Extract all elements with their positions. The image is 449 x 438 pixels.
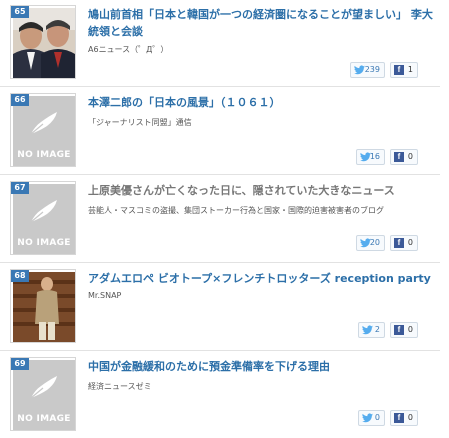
facebook-count: 0: [407, 325, 413, 334]
article-title[interactable]: 上原美優さんが亡くなった日に、隠されていた大きなニュース: [88, 182, 433, 199]
twitter-count-button[interactable]: 16: [356, 149, 385, 165]
article-title[interactable]: 中国が金融緩和のために預金準備率を下げる理由: [88, 358, 433, 375]
facebook-f-icon: f: [394, 65, 404, 75]
list-item: NO IMAGE 67 上原美優さんが亡くなった日に、隠されていた大きなニュース…: [0, 176, 440, 263]
twitter-count-button[interactable]: 239: [350, 62, 385, 78]
twitter-bird-icon: [354, 65, 365, 75]
facebook-count: 0: [407, 238, 413, 247]
no-image-placeholder: NO IMAGE: [13, 360, 75, 430]
twitter-count: 16: [369, 152, 380, 161]
source-name[interactable]: 芸能人・マスコミの盗撮、集団ストーカー行為と国家・国際的迫害被害者のブログ: [88, 205, 384, 216]
twitter-count: 20: [369, 238, 380, 247]
facebook-count: 0: [407, 152, 413, 161]
facebook-f-icon: f: [394, 325, 404, 335]
source-name[interactable]: A6ニュース（゜Д゜）: [88, 44, 168, 55]
article-title[interactable]: 鳩山前首相「日本と韓国が一つの経済圏になることが望ましい」 李大統領と会談: [88, 6, 433, 40]
twitter-count: 2: [374, 325, 380, 334]
twitter-count-button[interactable]: 2: [358, 322, 385, 338]
list-item: 68 アダムエロペ ビオトープ×フレンチトロッターズ reception par…: [0, 264, 440, 351]
no-image-label: NO IMAGE: [17, 238, 71, 248]
article-title[interactable]: アダムエロペ ビオトープ×フレンチトロッターズ reception party: [88, 270, 433, 287]
twitter-bird-icon: [362, 325, 373, 335]
feather-icon: [30, 376, 57, 399]
feather-icon: [30, 112, 57, 135]
facebook-count-button[interactable]: f 0: [390, 235, 418, 251]
rank-badge: 68: [11, 270, 29, 282]
twitter-count-button[interactable]: 20: [356, 235, 385, 251]
twitter-count: 0: [374, 413, 380, 422]
facebook-count: 1: [407, 65, 413, 74]
photo-fashion-snap: [13, 272, 75, 342]
facebook-count-button[interactable]: f 1: [390, 62, 418, 78]
facebook-count-button[interactable]: f 0: [390, 149, 418, 165]
source-name[interactable]: 経済ニュースゼミ: [88, 381, 152, 392]
twitter-bird-icon: [362, 413, 373, 423]
feather-icon: [30, 200, 57, 223]
list-item: NO IMAGE 66 本澤二郎の「日本の風景」（１０６１） 「ジャーナリスト同…: [0, 88, 440, 175]
rank-badge: 67: [11, 182, 29, 194]
source-name[interactable]: 「ジャーナリスト同盟」通信: [88, 117, 192, 128]
facebook-f-icon: f: [394, 413, 404, 423]
no-image-placeholder: NO IMAGE: [13, 184, 75, 254]
photo-two-men: [13, 8, 75, 78]
facebook-count: 0: [407, 413, 413, 422]
facebook-count-button[interactable]: f 0: [390, 322, 418, 338]
list-item: 65 鳩山前首相「日本と韓国が一つの経済圏になることが望ましい」 李大統領と会談…: [0, 0, 440, 87]
twitter-count-button[interactable]: 0: [358, 410, 385, 426]
rank-badge: 66: [11, 94, 29, 106]
facebook-f-icon: f: [394, 152, 404, 162]
rank-badge: 69: [11, 358, 29, 370]
article-title[interactable]: 本澤二郎の「日本の風景」（１０６１）: [88, 94, 433, 111]
twitter-count: 239: [364, 65, 380, 74]
list-item: NO IMAGE 69 中国が金融緩和のために預金準備率を下げる理由 経済ニュー…: [0, 352, 440, 438]
facebook-count-button[interactable]: f 0: [390, 410, 418, 426]
source-name[interactable]: Mr.SNAP: [88, 291, 121, 300]
no-image-placeholder: NO IMAGE: [13, 96, 75, 166]
facebook-f-icon: f: [394, 238, 404, 248]
no-image-label: NO IMAGE: [17, 150, 71, 160]
rank-badge: 65: [11, 6, 29, 18]
